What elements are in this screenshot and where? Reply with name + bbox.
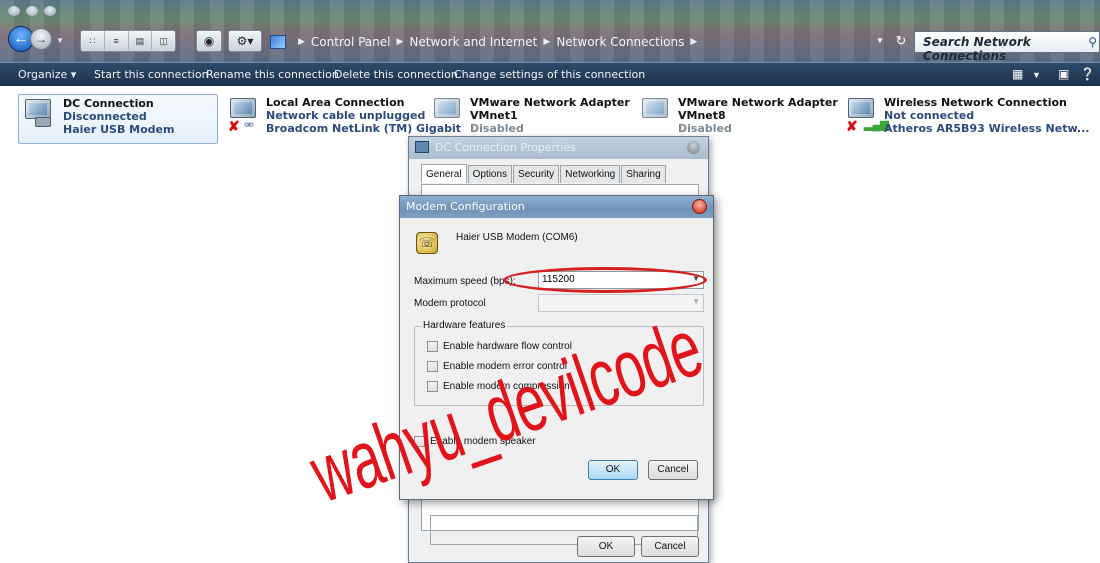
modem-device-name: Haier USB Modem (COM6) <box>456 232 578 243</box>
breadcrumb-separator-icon[interactable]: ▶ <box>543 37 550 47</box>
delete-connection-button[interactable]: Delete this connection <box>334 68 458 81</box>
adapter-disabled-icon <box>432 98 462 128</box>
search-icon[interactable]: ⚲ <box>1088 35 1097 49</box>
connection-name: DC Connection <box>63 97 154 110</box>
window-control-icon[interactable] <box>26 6 38 16</box>
connection-item-wireless[interactable]: ✘ ▂▄▆ Wireless Network Connection Not co… <box>840 94 1089 144</box>
error-x-icon: ✘ <box>228 118 240 134</box>
connection-device: Haier USB Modem <box>63 123 175 136</box>
tab-security[interactable]: Security <box>513 165 560 183</box>
close-icon[interactable] <box>687 141 700 154</box>
connection-name: Wireless Network Connection <box>884 96 1067 109</box>
rename-connection-button[interactable]: Rename this connection <box>206 68 339 81</box>
modem-ok-button[interactable]: OK <box>588 460 638 480</box>
close-icon[interactable] <box>692 199 707 214</box>
forward-arrow-icon[interactable]: → <box>30 28 52 50</box>
organize-button[interactable]: Organize ▾ <box>18 68 76 81</box>
connection-status: Disabled <box>470 122 524 135</box>
properties-cancel-button[interactable]: Cancel <box>641 536 699 557</box>
max-speed-label: Maximum speed (bps): <box>414 276 516 287</box>
properties-title-bar[interactable]: DC Connection Properties <box>409 137 708 159</box>
lan-connection-icon: ✘ ⚮ <box>228 98 258 134</box>
connection-device: Atheros AR5B93 Wireless Netw... <box>884 122 1090 135</box>
modem-connection-icon <box>25 99 55 129</box>
connection-name-line1: VMware Network Adapter <box>470 96 630 109</box>
help-icon[interactable]: ❔ <box>1080 67 1095 81</box>
address-dropdown-icon[interactable]: ▼ <box>876 36 884 45</box>
properties-ok-button[interactable]: OK <box>577 536 635 557</box>
window-control-icon[interactable] <box>8 6 20 16</box>
tab-networking[interactable]: Networking <box>560 165 621 183</box>
connection-name-line2: VMnet1 <box>470 109 518 122</box>
tab-general[interactable]: General <box>421 164 467 183</box>
view-buttons[interactable]: ∷ ≡ ▤ ◫ <box>80 30 176 52</box>
history-dropdown-icon[interactable]: ▼ <box>56 36 64 45</box>
tab-sharing[interactable]: Sharing <box>621 165 666 183</box>
window-control-icon[interactable] <box>44 6 56 16</box>
details-icon[interactable]: ▤ <box>129 31 153 51</box>
connection-item-lan[interactable]: ✘ ⚮ Local Area Connection Network cable … <box>222 94 461 144</box>
adapter-disabled-icon <box>640 98 670 128</box>
title-bar: ← → ▼ ∷ ≡ ▤ ◫ ◉ ⚙▾ ▶ Control Panel ▶ Net… <box>0 0 1100 63</box>
network-connections-window: ← → ▼ ∷ ≡ ▤ ◫ ◉ ⚙▾ ▶ Control Panel ▶ Net… <box>0 0 1100 563</box>
control-panel-icon <box>270 35 286 49</box>
eye-icon[interactable]: ◉ <box>196 30 222 52</box>
breadcrumb-separator-icon[interactable]: ▶ <box>397 37 404 47</box>
connection-item-dc[interactable]: DC Connection Disconnected Haier USB Mod… <box>18 94 218 144</box>
modem-title-bar[interactable]: Modem Configuration <box>400 196 713 218</box>
network-icon <box>415 141 429 153</box>
breadcrumb-separator-icon[interactable]: ▶ <box>298 37 305 47</box>
connection-status: Disabled <box>678 122 732 135</box>
properties-title: DC Connection Properties <box>435 141 576 154</box>
hw-flow-control-checkbox[interactable] <box>427 341 438 352</box>
modem-protocol-label: Modem protocol <box>414 298 486 309</box>
connection-status: Disconnected <box>63 110 147 123</box>
chevron-down-icon[interactable]: ▼ <box>692 297 700 306</box>
error-control-checkbox[interactable] <box>427 361 438 372</box>
tiles-icon[interactable]: ◫ <box>152 31 175 51</box>
views-icon[interactable]: ▦ <box>1012 67 1023 81</box>
small-icons-icon[interactable]: ∷ <box>81 31 105 51</box>
search-input[interactable]: Search Network Connections ⚲ <box>914 31 1100 63</box>
list-icon[interactable]: ≡ <box>105 31 129 51</box>
cable-icon: ⚮ <box>244 118 255 132</box>
start-connection-button[interactable]: Start this connection <box>94 68 209 81</box>
connection-name-line2: VMnet8 <box>678 109 726 122</box>
breadcrumb-network-connections[interactable]: Network Connections <box>556 35 684 49</box>
wireless-connection-icon: ✘ ▂▄▆ <box>846 98 889 134</box>
command-bar: Organize ▾ Start this connection Rename … <box>0 62 1100 86</box>
modem-cancel-button[interactable]: Cancel <box>648 460 698 480</box>
hardware-features-label: Hardware features <box>421 320 508 331</box>
refresh-icon[interactable]: ↻ <box>892 32 910 50</box>
tab-options[interactable]: Options <box>467 165 513 183</box>
phone-icon: ☏ <box>416 232 438 254</box>
address-bar[interactable]: ▶ Control Panel ▶ Network and Internet ▶… <box>270 31 870 53</box>
error-x-icon: ✘ <box>846 118 858 134</box>
highlight-circle <box>503 267 707 293</box>
preview-pane-icon[interactable]: ▣ <box>1058 67 1069 81</box>
gear-icon[interactable]: ⚙▾ <box>228 30 262 52</box>
change-settings-button[interactable]: Change settings of this connection <box>454 68 645 81</box>
connection-status: Not connected <box>884 109 975 122</box>
modem-title: Modem Configuration <box>406 200 525 213</box>
breadcrumb-separator-icon[interactable]: ▶ <box>690 37 697 47</box>
breadcrumb-network-internet[interactable]: Network and Internet <box>409 35 537 49</box>
views-dropdown-icon[interactable]: ▼ <box>1032 70 1041 80</box>
properties-tabs: General Options Security Networking Shar… <box>421 164 667 183</box>
breadcrumb-control-panel[interactable]: Control Panel <box>311 35 391 49</box>
connection-name-line1: VMware Network Adapter <box>678 96 838 109</box>
